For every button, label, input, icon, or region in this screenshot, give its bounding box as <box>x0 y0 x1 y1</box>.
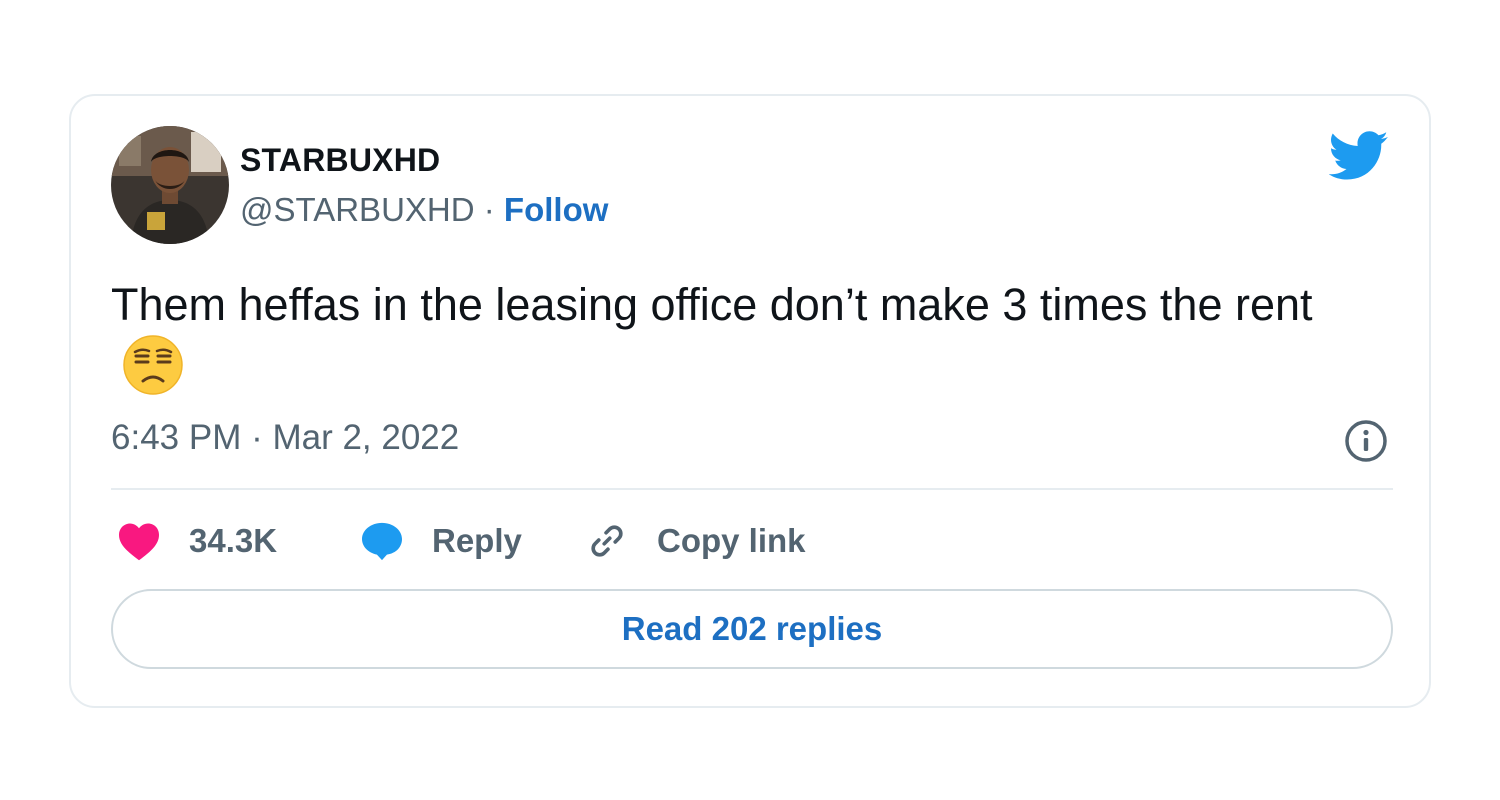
author-handle-row: @STARBUXHD · Follow <box>240 191 608 229</box>
tweet-card: STARBUXHD @STARBUXHD · Follow Them heffa… <box>69 94 1431 708</box>
copy-link-button[interactable]: Copy link <box>585 516 806 566</box>
copy-link-label: Copy link <box>657 522 806 559</box>
divider <box>111 488 1393 490</box>
reply-button[interactable]: Reply <box>360 516 522 566</box>
link-icon <box>591 525 623 557</box>
like-count: 34.3K <box>189 522 278 559</box>
author-display-name[interactable]: STARBUXHD <box>240 142 440 179</box>
handle-separator: · <box>483 191 495 228</box>
info-icon[interactable] <box>1343 418 1389 464</box>
tweet-text-content: Them heffas in the leasing office don’t … <box>111 279 1313 330</box>
follow-button[interactable]: Follow <box>504 191 608 228</box>
read-replies-button[interactable]: Read 202 replies <box>111 589 1393 669</box>
speech-bubble-icon <box>362 522 402 561</box>
heart-icon <box>119 523 159 561</box>
tweet-text: Them heffas in the leasing office don’t … <box>111 274 1371 398</box>
author-handle[interactable]: @STARBUXHD <box>240 191 475 228</box>
tweet-timestamp[interactable]: 6:43 PM · Mar 2, 2022 <box>111 418 459 458</box>
twitter-bird-icon[interactable] <box>1329 130 1389 182</box>
read-replies-label: Read 202 replies <box>621 610 883 647</box>
reply-label: Reply <box>432 522 522 559</box>
avatar-photo <box>111 126 229 244</box>
like-button[interactable]: 34.3K <box>117 516 277 566</box>
unamused-face-icon <box>123 335 183 395</box>
avatar[interactable] <box>111 126 229 244</box>
